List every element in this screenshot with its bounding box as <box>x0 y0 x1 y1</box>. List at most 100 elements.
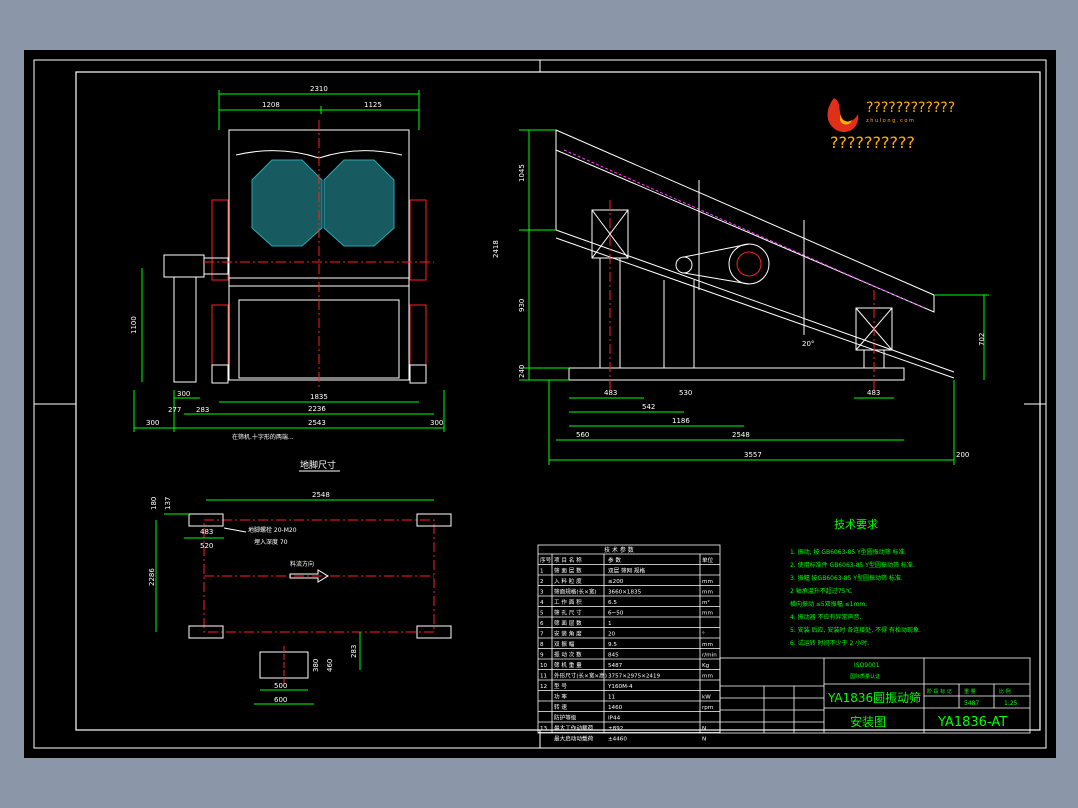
spec-table: 技 术 参 数 序号项 目 名 称 参 数 单位 1 筛 面 层 数 双层 筛网 规格 2 入… <box>537 544 721 743</box>
dim-930: 930 <box>518 299 526 312</box>
dim-2310: 2310 <box>310 85 328 93</box>
spec-cell-value: 6.5 <box>608 600 617 606</box>
foundation-labels: 地脚尺寸 2548 180 137 483 520 2286 283 500 6… <box>148 459 358 704</box>
cad-drawing: ???????????? z h u l o n g . c o m ?????… <box>33 59 1047 749</box>
dim-702: 702 <box>978 333 986 346</box>
spec-cell-no: 8 <box>540 642 544 648</box>
right-spring-upper <box>409 199 427 281</box>
dim-180: 180 <box>150 497 158 510</box>
weight-value: 5487 <box>964 700 979 707</box>
spec-cell-unit: ° <box>702 632 705 638</box>
spec-cell-name: 双 振 幅 <box>554 640 575 648</box>
spec-cell-no: 3 <box>540 590 544 596</box>
side-view <box>519 129 989 465</box>
spec-cell-name: 项 目 名 称 <box>554 556 582 564</box>
spec-cell-no: 9 <box>540 653 544 659</box>
motor-base <box>173 276 197 383</box>
spec-cell-no: 11 <box>540 674 548 680</box>
screen-deck-top <box>555 129 935 313</box>
dim-3557: 3557 <box>744 451 762 459</box>
front-view <box>133 90 445 432</box>
dim-240: 240 <box>518 365 526 378</box>
screen-bottom <box>555 229 955 373</box>
dim-1208: 1208 <box>262 101 280 109</box>
belt-top <box>683 243 750 258</box>
drawing-sheet: ???????????? z h u l o n g . c o m ?????… <box>24 50 1056 758</box>
spec-cell-value: ±892 <box>608 726 623 732</box>
side-dim-labels: 1045 2418 930 240 702 483 542 530 1186 4… <box>492 164 986 459</box>
dim-2418: 2418 <box>492 240 500 258</box>
tech-item-2: 2. 使用标准件 GB6063-85 Y型圆振动筛 标准. <box>790 561 915 569</box>
spec-cell-no: 6 <box>540 621 544 627</box>
spec-cell-name: 筛 面 层 数 <box>554 567 582 575</box>
foundation-title: 地脚尺寸 <box>300 459 336 471</box>
tech-item-8: 6. 试运转 时间不少于 2 小时. <box>790 639 869 647</box>
bolt-note-2: 埋入深度 70 <box>254 538 288 546</box>
dim-137: 137 <box>164 497 172 510</box>
spec-cell-name: 筛 机 重 量 <box>554 661 582 669</box>
spec-cell-value: 5487 <box>608 663 623 669</box>
tech-title: 技术要求 <box>834 518 878 531</box>
product-name: YA1836圆振动筛 <box>827 690 921 705</box>
spec-cell-value: ±4460 <box>608 737 627 743</box>
spec-cell-value: Y160M-4 <box>607 684 633 690</box>
tech-item-3: 3. 振幅 按GB6063-85 Y型圆振动筛 标准. <box>790 574 903 582</box>
spec-cell-value: 6~50 <box>608 611 624 617</box>
header-scale: 比 例 <box>999 688 1011 695</box>
spec-cell-name: 型 号 <box>554 682 567 690</box>
spec-cell-no: 序号 <box>540 556 552 564</box>
iso-sub-label: 国际质量认证 <box>850 673 880 680</box>
spec-cell-no: 7 <box>540 632 544 638</box>
flame-logo-icon <box>827 98 859 133</box>
tech-item-7: 5. 安装 后应, 安装时 各连接处, 不得 有松动现象. <box>790 626 921 634</box>
spec-cell-unit: mm <box>702 579 713 585</box>
dim-300-b: 300 <box>146 419 159 427</box>
spec-cell-unit: mm <box>702 611 713 617</box>
bolt-leader <box>223 527 247 533</box>
spec-cell-unit: mm <box>702 642 713 648</box>
spec-cell-name: 转 速 <box>554 703 567 711</box>
spec-cell-name: 工 作 面 积 <box>554 598 582 606</box>
dim-1835: 1835 <box>310 393 328 401</box>
spec-cell-unit: m² <box>702 599 710 606</box>
logo-text-1: ???????????? <box>866 100 955 116</box>
dim-1186: 1186 <box>672 417 690 425</box>
spec-cell-unit: mm <box>702 590 713 596</box>
dim-200: 200 <box>956 451 969 459</box>
tech-item-5: 横向振动 ≤5双振幅 ≤1mm. <box>790 600 867 608</box>
spec-cell-unit: rpm <box>702 705 713 711</box>
dim-1045: 1045 <box>518 164 526 182</box>
dim-483-b: 483 <box>867 389 880 397</box>
spec-cell-unit: r/min <box>702 653 717 659</box>
mesh-right <box>323 159 395 247</box>
spec-cell-value: 9.5 <box>608 642 617 648</box>
tech-item-4: 2 轴承温升不超过75℃ <box>790 587 852 595</box>
spec-cell-name: 振 动 次 数 <box>554 651 582 659</box>
spec-cell-unit: N <box>702 726 706 732</box>
spec-cell-no: 13 <box>540 726 548 732</box>
spec-cell-name: 最大工作动载荷 <box>554 724 594 732</box>
spec-cell-name: 安 装 角 度 <box>554 630 582 638</box>
spec-cell-name: 筛 面 层 数 <box>554 619 582 627</box>
left-foot <box>211 364 229 384</box>
motor <box>163 254 205 278</box>
tech-item-1: 1. 振动, 按 GB6063-85 Y型圆振动筛 标准. <box>790 548 907 556</box>
dim-2236: 2236 <box>308 405 326 413</box>
spec-cell-name: 入 料 粒 度 <box>554 577 582 585</box>
dim-2286: 2286 <box>148 568 156 586</box>
spec-cell-no: 12 <box>540 684 547 690</box>
front-dim-labels: 2310 1208 1125 1100 300 277 283 1835 223… <box>130 85 443 441</box>
spec-cell-no: 1 <box>540 569 544 575</box>
spec-cell-value: 双层 筛网 规格 <box>608 567 646 575</box>
vibrator-inner <box>736 251 762 277</box>
dim-2548-plan: 2548 <box>312 491 330 499</box>
dim-600: 600 <box>274 696 287 704</box>
dim-560: 560 <box>576 431 589 439</box>
install-angle: 20° <box>802 340 814 348</box>
dim-2548: 2548 <box>732 431 750 439</box>
dim-380: 380 <box>312 659 320 672</box>
drawing-type: 安装图 <box>850 714 886 729</box>
spec-cell-value: 20 <box>608 632 616 638</box>
spec-cell-name: 防护等级 <box>554 714 577 722</box>
spec-cell-no: 4 <box>540 600 544 606</box>
